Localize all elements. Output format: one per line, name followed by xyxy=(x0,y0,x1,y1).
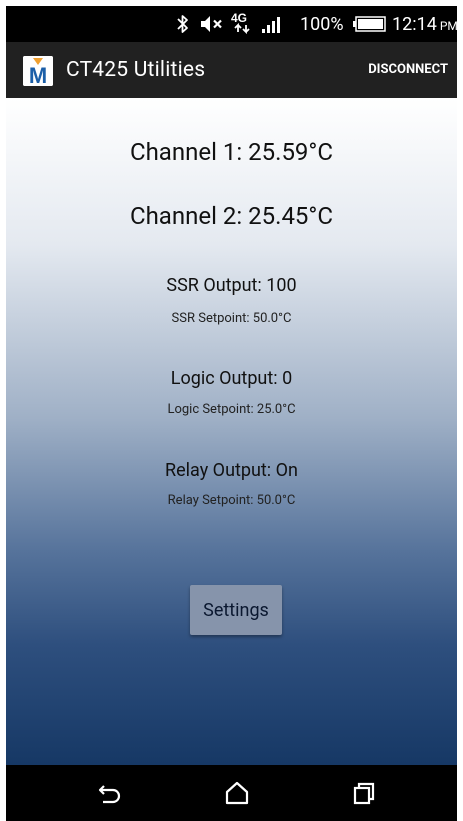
navigation-bar xyxy=(6,765,457,821)
mute-icon xyxy=(199,6,225,42)
channel-2-reading: Channel 2: 25.45°C xyxy=(129,202,334,230)
clock: 12:14 PM xyxy=(392,6,457,42)
status-bar: 4G 100% 12:14 PM xyxy=(6,6,457,42)
network-type-label: 4G xyxy=(231,11,247,25)
lte-data-icon: 4G xyxy=(230,6,256,42)
ssr-setpoint: SSR Setpoint: 50.0°C xyxy=(171,311,292,326)
app-bar: M CT425 Utilities DISCONNECT xyxy=(6,42,457,98)
battery-icon xyxy=(352,6,386,42)
ssr-output: SSR Output: 100 xyxy=(166,275,297,296)
recents-icon[interactable] xyxy=(350,779,378,807)
settings-button[interactable]: Settings xyxy=(190,585,282,635)
clock-ampm: PM xyxy=(439,19,457,33)
bluetooth-icon xyxy=(176,6,190,42)
signal-icon xyxy=(261,6,285,42)
relay-output: Relay Output: On xyxy=(165,460,298,481)
app-title: CT425 Utilities xyxy=(66,58,206,82)
disconnect-button[interactable]: DISCONNECT xyxy=(362,42,454,98)
channel-1-reading: Channel 1: 25.59°C xyxy=(129,138,334,166)
home-icon[interactable] xyxy=(223,779,251,807)
logic-output: Logic Output: 0 xyxy=(170,368,293,389)
main-content: Channel 1: 25.59°C Channel 2: 25.45°C SS… xyxy=(6,98,457,765)
logic-setpoint: Logic Setpoint: 25.0°C xyxy=(167,402,296,417)
relay-setpoint: Relay Setpoint: 50.0°C xyxy=(167,493,296,508)
battery-percent: 100% xyxy=(300,13,344,35)
back-icon[interactable] xyxy=(96,779,124,807)
app-logo-icon: M xyxy=(23,56,53,86)
clock-time: 12:14 xyxy=(392,13,437,35)
logo-letter: M xyxy=(29,63,47,86)
phone-screen: 4G 100% 12:14 PM M CT425 Utilities DISCO… xyxy=(6,6,457,821)
